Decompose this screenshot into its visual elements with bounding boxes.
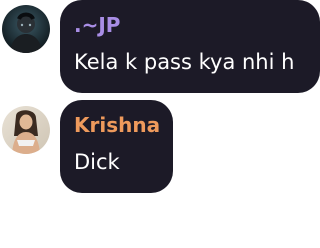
- message-bubble: .~JP Kela k pass kya nhi h: [60, 0, 320, 93]
- user-avatar-icon: [2, 5, 50, 53]
- sender-name[interactable]: Krishna: [74, 113, 160, 137]
- chat-message-list: .~JP Kela k pass kya nhi h Krishna Dick: [0, 0, 320, 248]
- avatar[interactable]: [2, 106, 50, 154]
- avatar[interactable]: [2, 5, 50, 53]
- message-text: Kela k pass kya nhi h: [74, 50, 295, 74]
- message-bubble: Krishna Dick: [60, 100, 173, 193]
- sender-name[interactable]: .~JP: [74, 13, 120, 37]
- message-text: Dick: [74, 150, 120, 174]
- user-avatar-icon: [2, 106, 50, 154]
